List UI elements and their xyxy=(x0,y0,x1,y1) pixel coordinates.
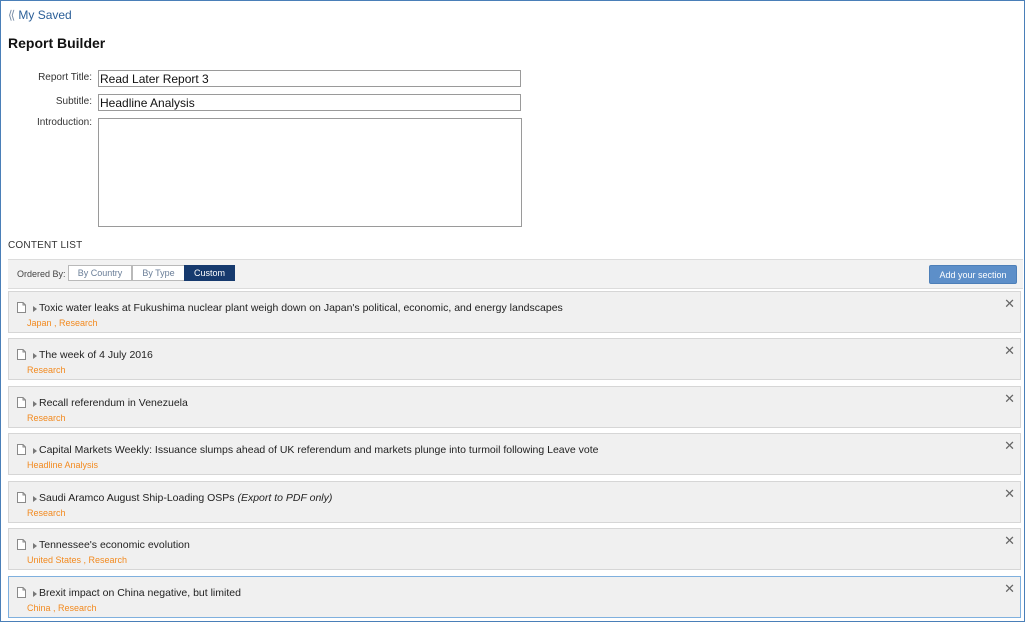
report-title-label: Report Title: xyxy=(38,72,92,83)
close-icon[interactable]: ✕ xyxy=(1004,582,1015,595)
close-icon[interactable]: ✕ xyxy=(1004,344,1015,357)
report-title-input[interactable] xyxy=(98,70,521,87)
content-list-item[interactable]: The week of 4 July 2016 Research ✕ xyxy=(8,338,1021,380)
item-title[interactable]: Brexit impact on China negative, but lim… xyxy=(39,587,241,599)
back-link-label: My Saved xyxy=(18,8,72,22)
document-icon xyxy=(17,397,26,408)
introduction-textarea[interactable] xyxy=(98,118,522,227)
document-icon xyxy=(17,302,26,313)
item-tags: Research xyxy=(27,365,66,375)
document-icon xyxy=(17,587,26,598)
content-list-toolbar: Ordered By: By Country By Type Custom Ad… xyxy=(8,259,1023,289)
back-link-my-saved[interactable]: ⟨⟨ My Saved xyxy=(8,8,72,22)
introduction-label: Introduction: xyxy=(36,117,92,128)
ordered-by-label: Ordered By: xyxy=(17,269,66,279)
subtitle-label: Subtitle: xyxy=(55,96,92,107)
subtitle-input[interactable] xyxy=(98,94,521,111)
caret-right-icon[interactable] xyxy=(33,543,37,549)
document-icon xyxy=(17,492,26,503)
order-by-country-button[interactable]: By Country xyxy=(68,265,132,281)
content-list-item[interactable]: Tennessee's economic evolution United Sta… xyxy=(8,528,1021,570)
content-list-heading: CONTENT LIST xyxy=(8,240,83,251)
close-icon[interactable]: ✕ xyxy=(1004,297,1015,310)
item-tags: Research xyxy=(27,413,66,423)
item-title[interactable]: Toxic water leaks at Fukushima nuclear p… xyxy=(39,302,563,314)
caret-right-icon[interactable] xyxy=(33,353,37,359)
order-by-type-button[interactable]: By Type xyxy=(132,265,185,281)
close-icon[interactable]: ✕ xyxy=(1004,392,1015,405)
order-custom-button[interactable]: Custom xyxy=(184,265,235,281)
content-list-item[interactable]: Capital Markets Weekly: Issuance slumps … xyxy=(8,433,1021,475)
content-list-item[interactable]: Saudi Aramco August Ship-Loading OSPs (E… xyxy=(8,481,1021,523)
item-tags: China , Research xyxy=(27,603,97,613)
caret-right-icon[interactable] xyxy=(33,401,37,407)
add-section-button[interactable]: Add your section xyxy=(929,265,1017,284)
caret-right-icon[interactable] xyxy=(33,448,37,454)
document-icon xyxy=(17,349,26,360)
caret-right-icon[interactable] xyxy=(33,496,37,502)
item-title[interactable]: Recall referendum in Venezuela xyxy=(39,397,188,409)
item-tags: Japan , Research xyxy=(27,318,98,328)
content-list-item[interactable]: Recall referendum in Venezuela Research ✕ xyxy=(8,386,1021,428)
page-title: Report Builder xyxy=(8,35,106,51)
close-icon[interactable]: ✕ xyxy=(1004,439,1015,452)
caret-right-icon[interactable] xyxy=(33,591,37,597)
double-chevron-left-icon: ⟨⟨ xyxy=(8,8,16,22)
item-tags: Research xyxy=(27,508,66,518)
caret-right-icon[interactable] xyxy=(33,306,37,312)
item-title[interactable]: Tennessee's economic evolution xyxy=(39,539,190,551)
document-icon xyxy=(17,539,26,550)
document-icon xyxy=(17,444,26,455)
content-list-item[interactable]: Toxic water leaks at Fukushima nuclear p… xyxy=(8,291,1021,333)
item-tags: United States , Research xyxy=(27,555,128,565)
item-title[interactable]: Capital Markets Weekly: Issuance slumps … xyxy=(39,444,599,456)
item-tags: Headline Analysis xyxy=(27,460,99,470)
content-list-item[interactable]: Brexit impact on China negative, but lim… xyxy=(8,576,1021,618)
item-title[interactable]: The week of 4 July 2016 xyxy=(39,349,153,361)
close-icon[interactable]: ✕ xyxy=(1004,487,1015,500)
close-icon[interactable]: ✕ xyxy=(1004,534,1015,547)
item-note: (Export to PDF only) xyxy=(237,492,333,504)
item-title[interactable]: Saudi Aramco August Ship-Loading OSPs (E… xyxy=(39,492,332,504)
